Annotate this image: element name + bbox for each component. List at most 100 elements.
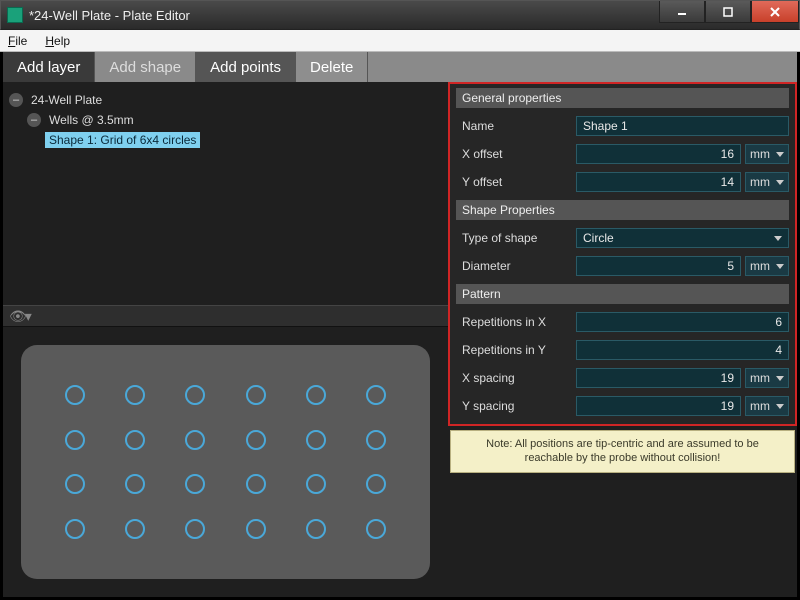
menubar: File Help xyxy=(0,30,800,52)
x-spacing-field[interactable]: 19 xyxy=(576,368,741,388)
well-circle-icon xyxy=(246,474,266,494)
well xyxy=(286,507,346,552)
well-circle-icon xyxy=(366,430,386,450)
well-circle-icon xyxy=(246,430,266,450)
x-offset-unit[interactable]: mm xyxy=(745,144,789,164)
well xyxy=(226,462,286,507)
add-points-button[interactable]: Add points xyxy=(196,52,296,82)
close-button[interactable] xyxy=(751,1,799,23)
y-offset-unit[interactable]: mm xyxy=(745,172,789,192)
collapse-icon[interactable] xyxy=(27,113,41,127)
y-offset-field[interactable]: 14 xyxy=(576,172,741,192)
toolbar: Add layer Add shape Add points Delete xyxy=(3,52,797,82)
well xyxy=(165,507,225,552)
well-circle-icon xyxy=(185,385,205,405)
y-spacing-field[interactable]: 19 xyxy=(576,396,741,416)
well xyxy=(346,462,406,507)
diameter-label: Diameter xyxy=(456,259,576,273)
chevron-down-icon xyxy=(776,152,784,157)
well xyxy=(286,418,346,463)
plate-preview xyxy=(3,327,448,597)
menu-file[interactable]: File xyxy=(8,34,27,48)
well-circle-icon xyxy=(366,519,386,539)
well-circle-icon xyxy=(125,385,145,405)
well xyxy=(226,418,286,463)
properties-panel: General properties Name Shape 1 X offset… xyxy=(448,82,797,426)
name-field[interactable]: Shape 1 xyxy=(576,116,789,136)
eye-icon[interactable]: 👁▾ xyxy=(9,308,30,325)
well xyxy=(105,507,165,552)
well-circle-icon xyxy=(65,519,85,539)
chevron-down-icon xyxy=(776,404,784,409)
well-circle-icon xyxy=(125,474,145,494)
collapse-icon[interactable] xyxy=(9,93,23,107)
well xyxy=(45,418,105,463)
tree-shape[interactable]: Shape 1: Grid of 6x4 circles xyxy=(45,130,442,150)
shape-type-select[interactable]: Circle xyxy=(576,228,789,248)
name-label: Name xyxy=(456,119,576,133)
reps-y-field[interactable]: 4 xyxy=(576,340,789,360)
well-circle-icon xyxy=(65,474,85,494)
well-circle-icon xyxy=(185,519,205,539)
section-shape-header: Shape Properties xyxy=(456,200,789,220)
well-circle-icon xyxy=(185,430,205,450)
well xyxy=(165,462,225,507)
well xyxy=(226,507,286,552)
delete-button[interactable]: Delete xyxy=(296,52,368,82)
reps-x-label: Repetitions in X xyxy=(456,315,576,329)
tree-layer[interactable]: Wells @ 3.5mm xyxy=(27,110,442,130)
titlebar: *24-Well Plate - Plate Editor xyxy=(0,0,800,30)
note-banner: Note: All positions are tip-centric and … xyxy=(450,430,795,473)
diameter-field[interactable]: 5 xyxy=(576,256,741,276)
x-offset-field[interactable]: 16 xyxy=(576,144,741,164)
well xyxy=(105,418,165,463)
well-circle-icon xyxy=(125,519,145,539)
shape-type-label: Type of shape xyxy=(456,231,576,245)
add-shape-button[interactable]: Add shape xyxy=(95,52,196,82)
well-circle-icon xyxy=(246,385,266,405)
tree-shape-label: Shape 1: Grid of 6x4 circles xyxy=(45,132,200,148)
x-spacing-unit[interactable]: mm xyxy=(745,368,789,388)
well-circle-icon xyxy=(366,474,386,494)
x-offset-label: X offset xyxy=(456,147,576,161)
well-circle-icon xyxy=(366,385,386,405)
add-layer-button[interactable]: Add layer xyxy=(3,52,95,82)
preview-toolbar: 👁▾ xyxy=(3,305,448,327)
maximize-button[interactable] xyxy=(705,1,751,23)
diameter-unit[interactable]: mm xyxy=(745,256,789,276)
tree-layer-label: Wells @ 3.5mm xyxy=(45,112,138,128)
chevron-down-icon xyxy=(776,264,784,269)
y-spacing-label: Y spacing xyxy=(456,399,576,413)
chevron-down-icon xyxy=(776,376,784,381)
reps-x-field[interactable]: 6 xyxy=(576,312,789,332)
tree-root[interactable]: 24-Well Plate xyxy=(9,90,442,110)
plate xyxy=(21,345,430,579)
well xyxy=(346,418,406,463)
window-title: *24-Well Plate - Plate Editor xyxy=(29,8,659,23)
well-circle-icon xyxy=(306,385,326,405)
well xyxy=(105,462,165,507)
well-circle-icon xyxy=(246,519,266,539)
well xyxy=(45,507,105,552)
well-circle-icon xyxy=(306,474,326,494)
reps-y-label: Repetitions in Y xyxy=(456,343,576,357)
layer-tree[interactable]: 24-Well Plate Wells @ 3.5mm Shape 1: Gri… xyxy=(3,82,448,158)
minimize-button[interactable] xyxy=(659,1,705,23)
chevron-down-icon xyxy=(774,236,782,241)
well-circle-icon xyxy=(185,474,205,494)
x-spacing-label: X spacing xyxy=(456,371,576,385)
well xyxy=(286,373,346,418)
well xyxy=(286,462,346,507)
well-circle-icon xyxy=(306,430,326,450)
menu-help[interactable]: Help xyxy=(45,34,70,48)
well xyxy=(165,418,225,463)
app-icon xyxy=(7,7,23,23)
y-spacing-unit[interactable]: mm xyxy=(745,396,789,416)
well-circle-icon xyxy=(65,385,85,405)
well-circle-icon xyxy=(306,519,326,539)
well xyxy=(226,373,286,418)
well xyxy=(105,373,165,418)
chevron-down-icon xyxy=(776,180,784,185)
tree-root-label: 24-Well Plate xyxy=(27,92,106,108)
well-circle-icon xyxy=(65,430,85,450)
